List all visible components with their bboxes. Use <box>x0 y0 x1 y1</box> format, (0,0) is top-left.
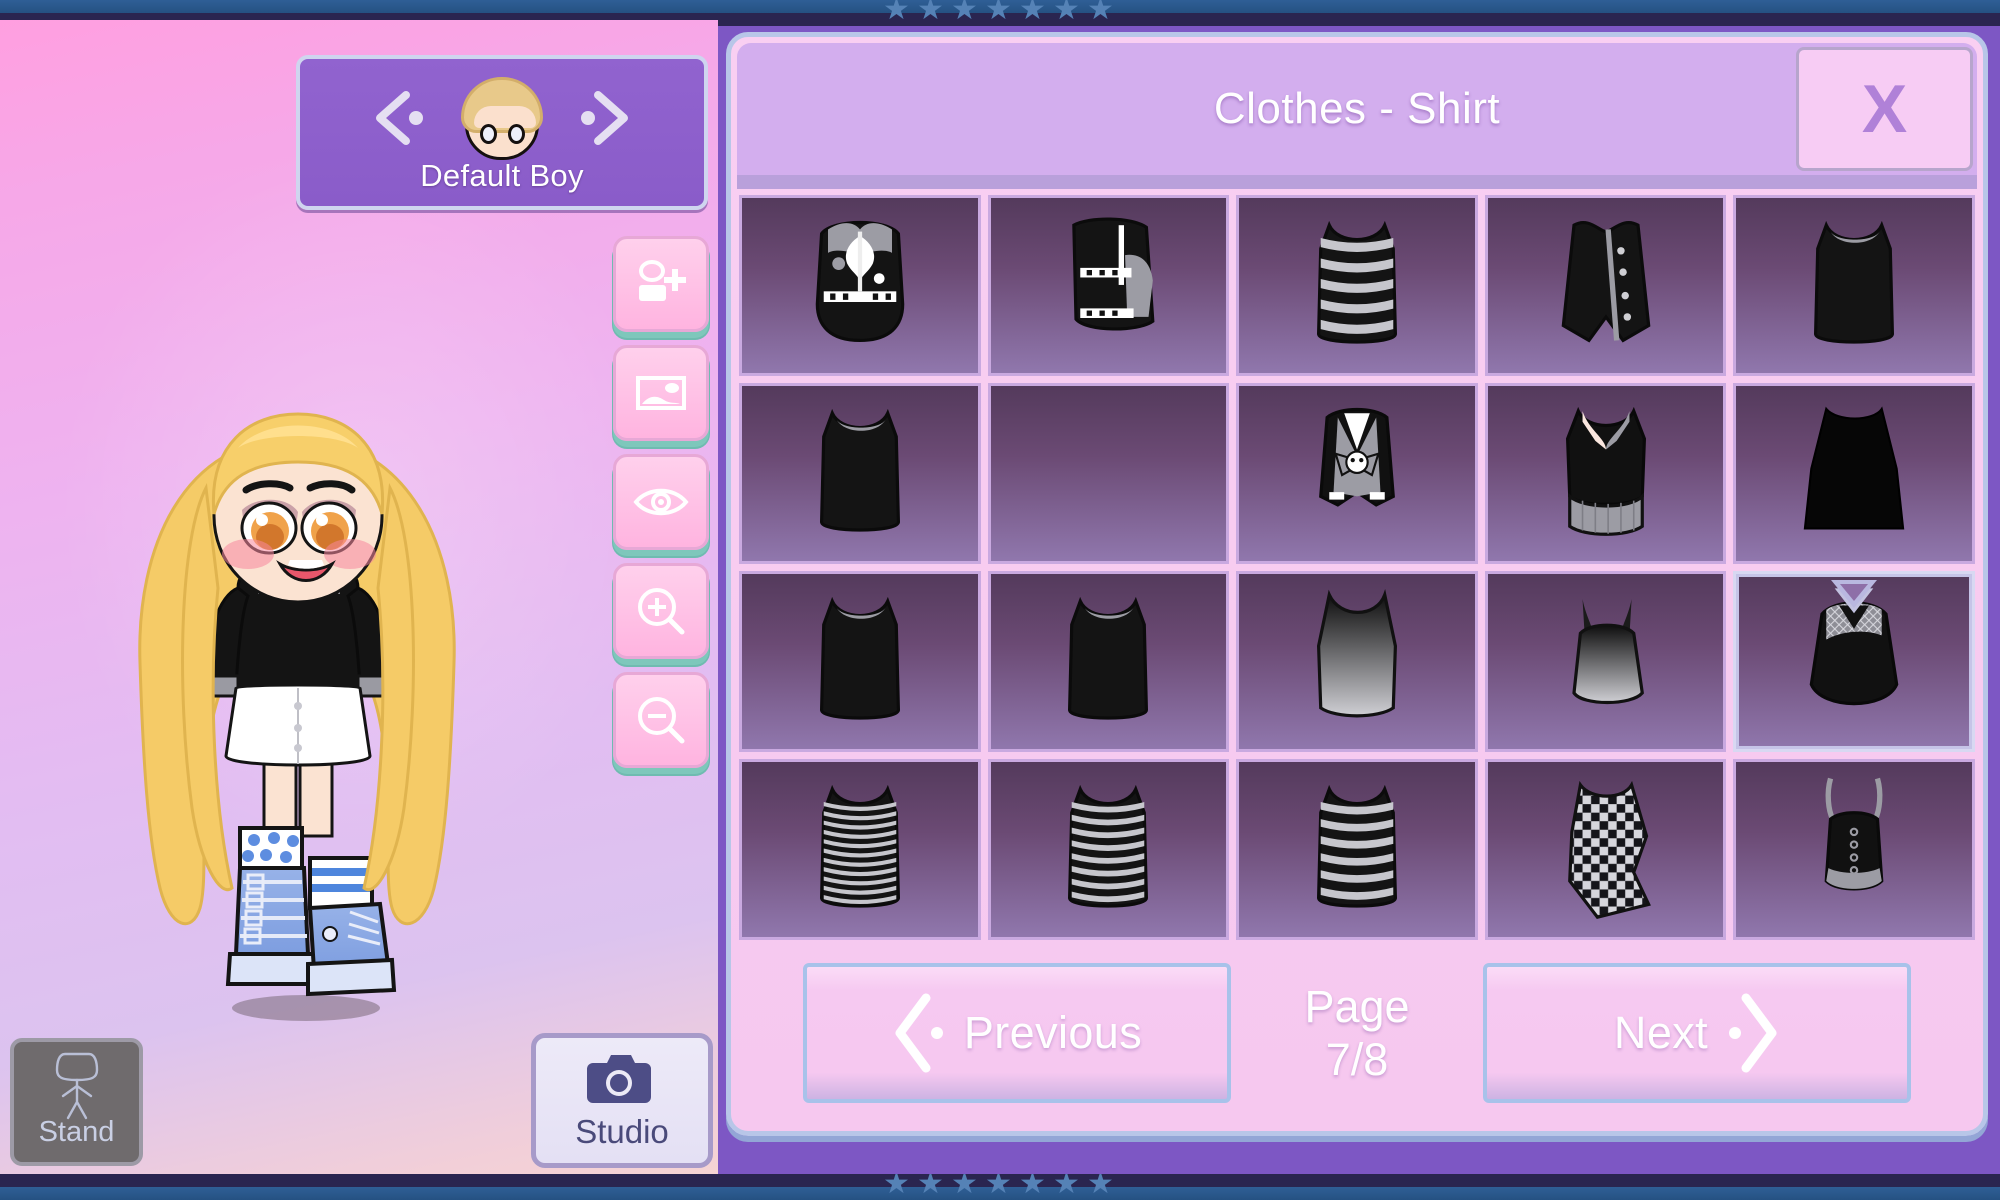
clothes-item-black-corset-strap-top[interactable] <box>1733 759 1975 940</box>
bottom-stars <box>0 1174 2000 1200</box>
panel-title: Clothes - Shirt <box>1213 84 1501 133</box>
clothes-item-black-button-vest[interactable] <box>1484 195 1727 376</box>
studio-button-label: Studio <box>575 1112 669 1150</box>
background-button[interactable] <box>613 345 709 441</box>
clothes-item-gradient-grey-tank[interactable] <box>987 571 1230 752</box>
page-indicator: Page 7/8 <box>1267 980 1447 1086</box>
clothes-item-school-uniform-bow-blazer[interactable] <box>1236 383 1478 564</box>
clothes-item-empty-slot[interactable] <box>987 383 1230 564</box>
character-stage: Default Boy Stand Studio <box>0 20 718 1175</box>
zoom-out-button[interactable] <box>613 672 709 768</box>
person-plus-icon <box>639 260 686 301</box>
selected-indicator-icon <box>1831 580 1878 608</box>
previous-page-button[interactable]: Previous <box>803 963 1231 1103</box>
chevron-right-dot-icon <box>1729 993 1777 1073</box>
magnifier-minus-icon <box>638 697 685 744</box>
camera-icon <box>587 1054 651 1103</box>
character-selector-row <box>360 72 644 164</box>
magnifier-plus-icon <box>638 588 685 635</box>
chevron-left-dot-icon <box>895 993 943 1073</box>
standing-figure-icon <box>55 1052 98 1120</box>
character-head-avatar <box>456 72 548 164</box>
preview-button[interactable] <box>613 454 709 550</box>
clothes-item-bold-striped-tee[interactable] <box>987 759 1230 940</box>
eye-icon <box>633 488 689 516</box>
previous-page-label: Previous <box>963 1007 1143 1058</box>
studio-button[interactable]: Studio <box>531 1033 713 1168</box>
clothes-item-black-scoop-neck-top[interactable] <box>1733 195 1975 376</box>
image-icon <box>636 376 686 410</box>
clothes-item-black-belted-jacket-top[interactable] <box>987 195 1230 376</box>
clothes-item-collared-sweater-skirt-top[interactable] <box>1484 383 1727 564</box>
next-page-button[interactable]: Next <box>1483 963 1911 1103</box>
clothes-item-checkered-asymmetric-dress[interactable] <box>1484 759 1727 940</box>
clothes-item-overall-heart-pocket-romper[interactable] <box>739 195 981 376</box>
next-page-label: Next <box>1613 1007 1709 1058</box>
pagination-bar: Previous Page 7/8 Next <box>731 963 1983 1103</box>
clothes-panel: Clothes - Shirt X Previous Page 7/8 Next <box>726 32 1988 1136</box>
clothes-item-black-long-tank[interactable] <box>739 571 981 752</box>
close-x-icon: X <box>1861 71 1908 147</box>
character-selector-card[interactable]: Default Boy <box>296 55 708 210</box>
clothes-item-thin-striped-tee[interactable] <box>739 759 981 940</box>
bottom-decoration-bar <box>0 1174 2000 1200</box>
clothes-item-grey-striped-tank-dress[interactable] <box>1236 195 1478 376</box>
clothes-item-black-grey-layered-tank[interactable] <box>739 383 981 564</box>
character-svg <box>138 412 456 1021</box>
close-button[interactable]: X <box>1796 47 1973 171</box>
clothes-item-wide-striped-tee[interactable] <box>1236 759 1478 940</box>
clothes-item-grey-strap-cami[interactable] <box>1484 571 1727 752</box>
clothes-item-mesh-shoulder-black-top[interactable] <box>1733 571 1975 752</box>
panel-header: Clothes - Shirt X <box>737 43 1977 175</box>
next-character-button[interactable] <box>574 87 644 149</box>
character-preview[interactable] <box>88 388 508 1038</box>
add-character-button[interactable] <box>613 236 709 332</box>
clothes-item-gradient-halter-top[interactable] <box>1236 571 1478 752</box>
stand-button-label: Stand <box>38 1116 115 1148</box>
app-root: Default Boy Stand Studio Clothes - Shirt… <box>0 0 2000 1200</box>
page-value: 7/8 <box>1325 1034 1389 1085</box>
prev-character-button[interactable] <box>360 87 430 149</box>
page-word: Page <box>1304 980 1410 1032</box>
clothes-item-black-flared-dress-top[interactable] <box>1733 383 1975 564</box>
stand-pose-button[interactable]: Stand <box>10 1038 143 1166</box>
clothes-grid <box>739 195 1975 940</box>
header-divider <box>737 175 1977 189</box>
tool-button-column <box>613 236 709 768</box>
zoom-in-button[interactable] <box>613 563 709 659</box>
